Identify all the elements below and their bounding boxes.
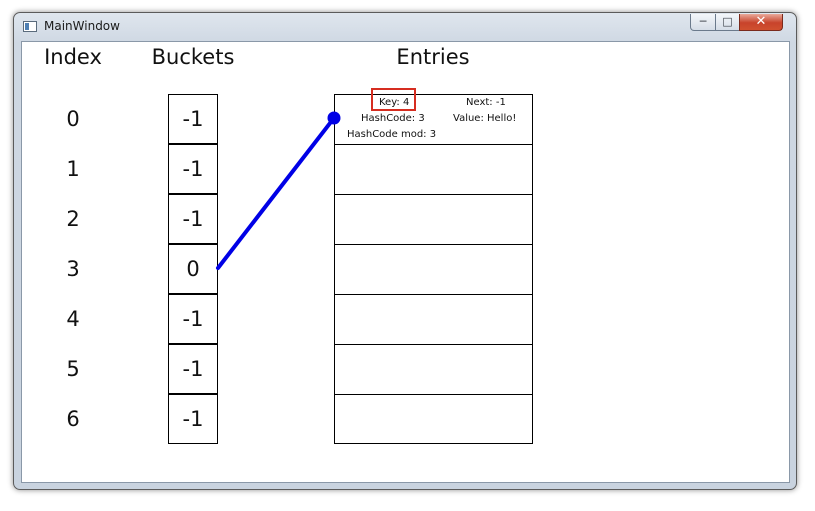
link-endpoint-dot	[327, 111, 341, 125]
link-line	[216, 116, 336, 270]
bucket-entry-link	[216, 111, 341, 270]
